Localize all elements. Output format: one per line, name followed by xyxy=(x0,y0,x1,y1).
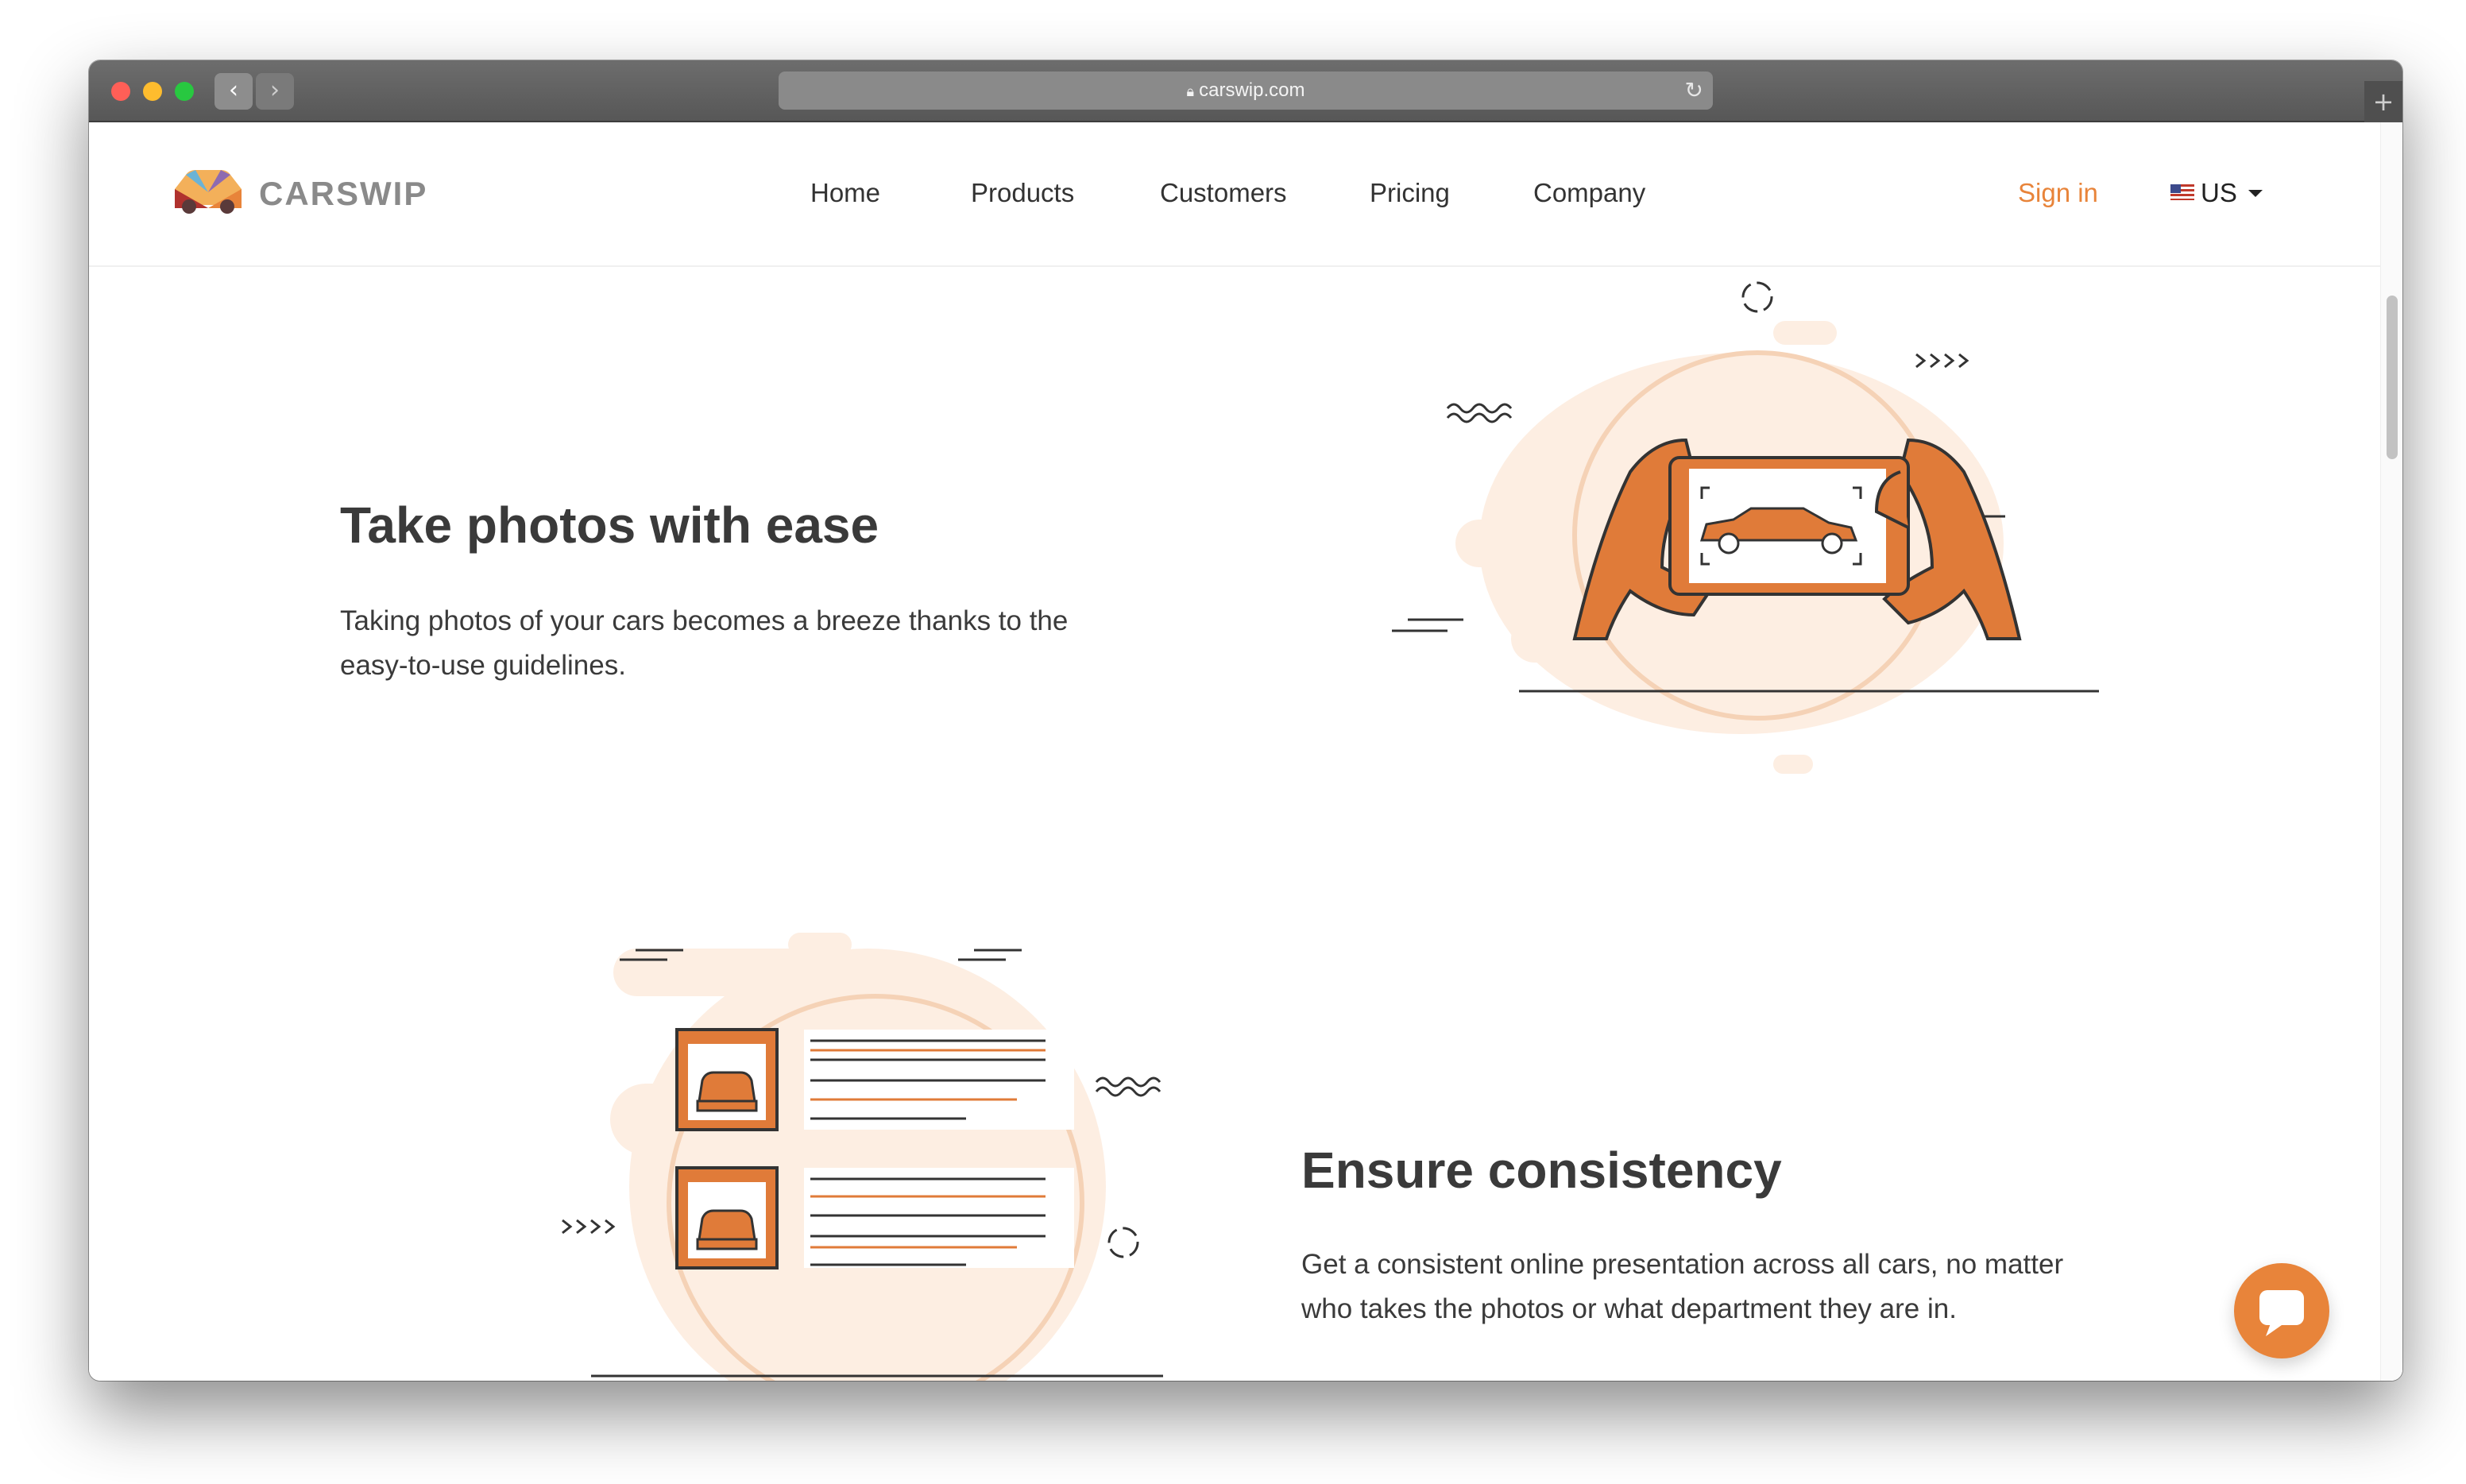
back-icon[interactable]: ‹ xyxy=(215,73,253,110)
site-header: CARSWIP Home Products Customers Pricing … xyxy=(89,122,2380,267)
phone-photo-illustration xyxy=(1392,281,2099,774)
feature-desc-photos: Taking photos of your cars becomes a bre… xyxy=(340,599,1068,688)
browser-window: ‹ › 🔒︎ carswip.com ↻ + CARSWIP Home Produ… xyxy=(89,60,2402,1381)
nav-customers[interactable]: Customers xyxy=(1160,178,1287,208)
chat-launcher-button[interactable] xyxy=(2234,1263,2329,1358)
chevron-down-icon xyxy=(2248,190,2263,197)
minimize-window-button[interactable] xyxy=(143,82,162,101)
scrollbar-thumb[interactable] xyxy=(2387,296,2398,459)
brand-name[interactable]: CARSWIP xyxy=(259,175,427,213)
feature-desc-consistency-line2: who takes the photos or what department … xyxy=(1301,1293,1957,1324)
locale-label: US xyxy=(2201,178,2237,207)
carswip-logo-icon[interactable] xyxy=(168,165,248,216)
feature-desc-consistency-line1: Get a consistent online presentation acr… xyxy=(1301,1249,2064,1280)
close-window-button[interactable] xyxy=(111,82,130,101)
listing-consistency-illustration xyxy=(562,933,1163,1381)
reload-icon[interactable]: ↻ xyxy=(1685,71,1703,110)
nav-home[interactable]: Home xyxy=(810,178,880,208)
nav-products[interactable]: Products xyxy=(971,178,1074,208)
feature-desc-photos-line1: Taking photos of your cars becomes a bre… xyxy=(340,605,1069,636)
address-bar[interactable]: 🔒︎ carswip.com ↻ xyxy=(779,71,1713,110)
nav-company[interactable]: Company xyxy=(1533,178,1645,208)
zoom-window-button[interactable] xyxy=(175,82,194,101)
feature-title-photos: Take photos with ease xyxy=(340,497,879,554)
feature-title-consistency: Ensure consistency xyxy=(1301,1142,1782,1199)
url-text: carswip.com xyxy=(1199,79,1305,101)
sign-in-link[interactable]: Sign in xyxy=(2018,178,2098,208)
lock-icon: 🔒︎ xyxy=(1186,83,1195,100)
nav-pricing[interactable]: Pricing xyxy=(1370,178,1450,208)
page-viewport: CARSWIP Home Products Customers Pricing … xyxy=(89,122,2402,1381)
us-flag-icon xyxy=(2170,184,2194,200)
page-scrollbar[interactable] xyxy=(2380,122,2402,1381)
new-tab-icon[interactable]: + xyxy=(2364,81,2402,122)
feature-desc-consistency: Get a consistent online presentation acr… xyxy=(1301,1242,2063,1331)
chat-icon xyxy=(2259,1290,2304,1336)
locale-selector[interactable]: US xyxy=(2170,178,2263,208)
forward-icon[interactable]: › xyxy=(256,73,294,110)
browser-titlebar: ‹ › 🔒︎ carswip.com ↻ + xyxy=(89,60,2402,122)
feature-desc-photos-line2: easy-to-use guidelines. xyxy=(340,650,626,681)
